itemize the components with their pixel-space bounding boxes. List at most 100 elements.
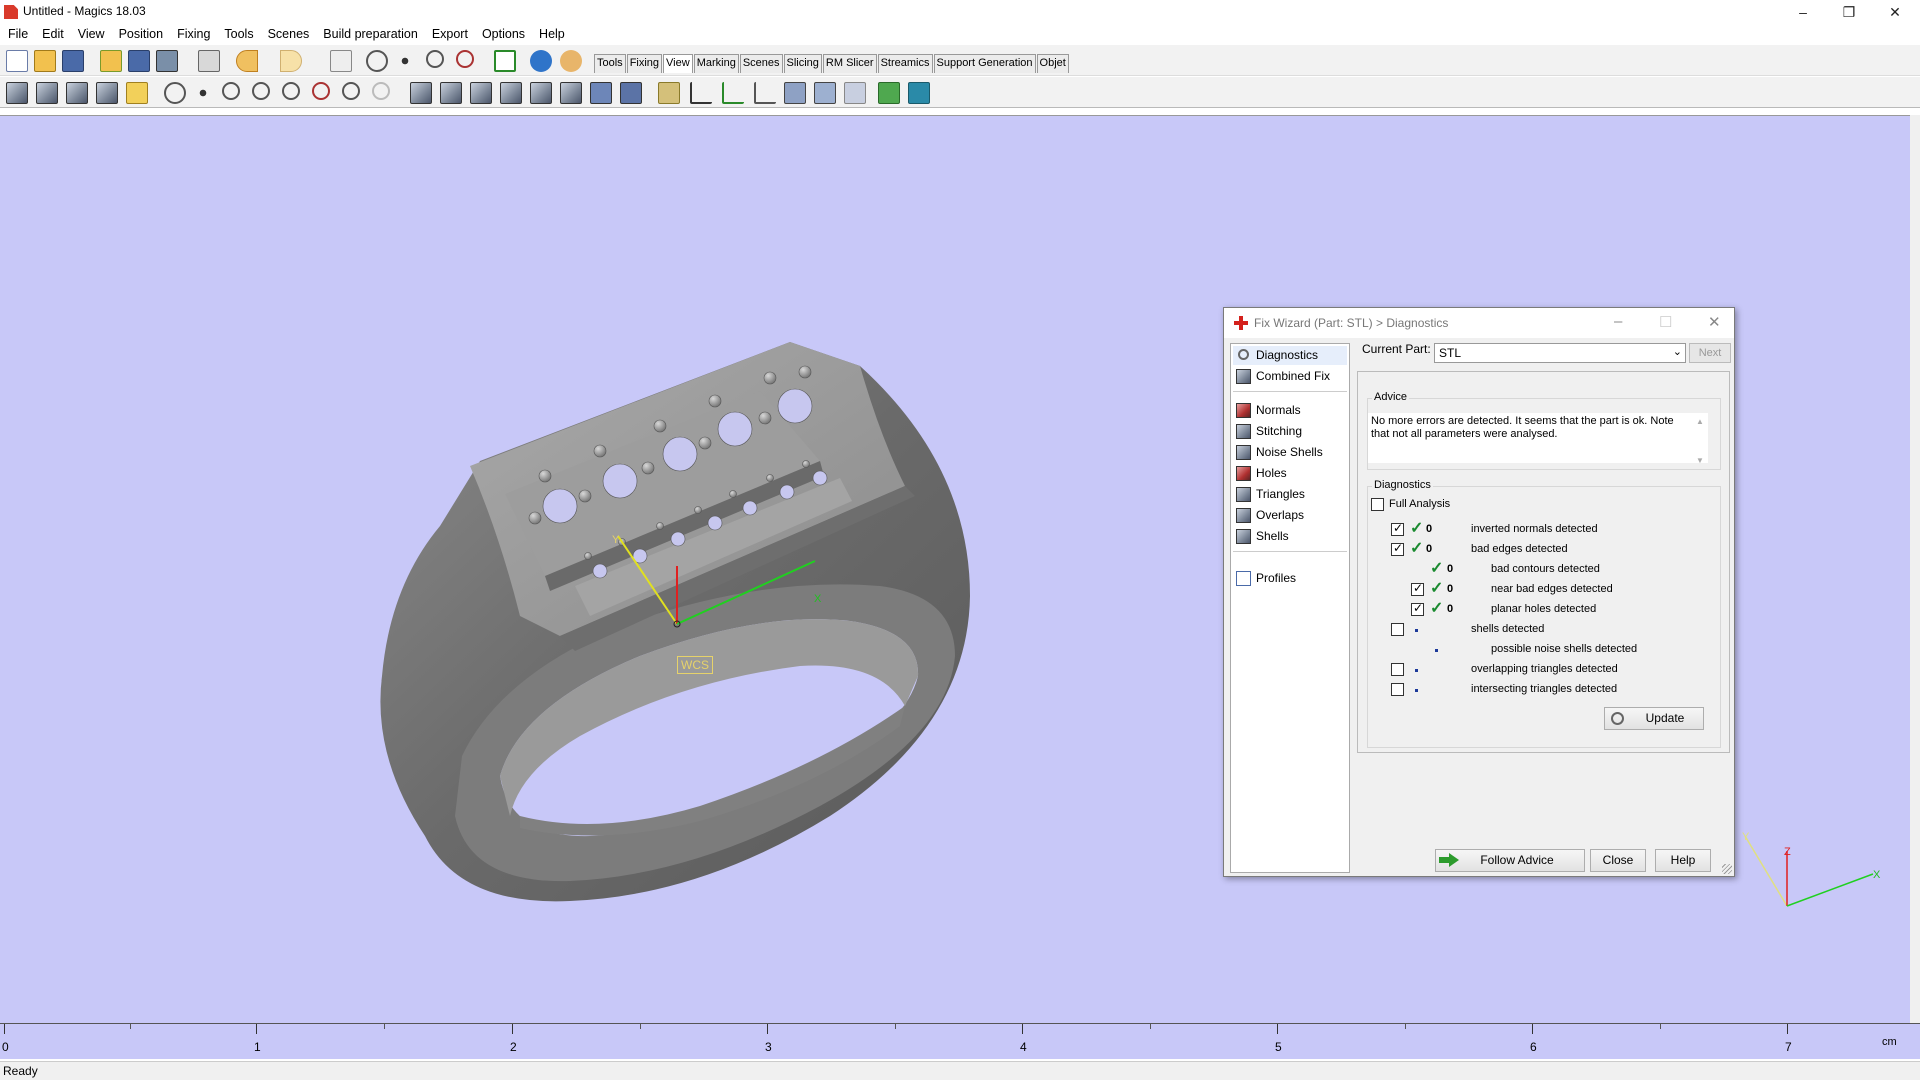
tab-streamics[interactable]: Streamics xyxy=(877,54,933,73)
nav-item-diagnostics[interactable]: Diagnostics xyxy=(1233,346,1347,365)
unload-part-icon[interactable] xyxy=(156,50,178,72)
follow-advice-button[interactable]: Follow Advice xyxy=(1435,849,1585,872)
help-icon[interactable] xyxy=(530,50,552,72)
ruler-icon[interactable] xyxy=(754,82,776,104)
import-part-icon[interactable] xyxy=(100,50,122,72)
dialog-title-bar[interactable]: Fix Wizard (Part: STL) > Diagnostics – ☐… xyxy=(1224,308,1734,338)
close-window-button[interactable]: ✕ xyxy=(1872,0,1918,24)
rotate-view-icon[interactable] xyxy=(366,50,388,72)
view-right-icon[interactable] xyxy=(500,82,522,104)
nav-item-triangles[interactable]: Triangles xyxy=(1233,485,1347,504)
view-front-cube-icon[interactable] xyxy=(6,82,28,104)
current-part-select[interactable]: STL ⌄ xyxy=(1434,343,1686,363)
box-view-icon[interactable] xyxy=(126,82,148,104)
update-button[interactable]: Update xyxy=(1604,707,1704,730)
tab-marking[interactable]: Marking xyxy=(693,54,739,73)
menu-tools[interactable]: Tools xyxy=(216,24,259,41)
restore-button[interactable]: ❐ xyxy=(1826,0,1872,24)
overlapping-triangles-checkbox[interactable] xyxy=(1391,663,1404,676)
tab-tools[interactable]: Tools xyxy=(594,54,626,73)
export-green-icon[interactable] xyxy=(878,82,900,104)
bad-edges-checkbox[interactable] xyxy=(1391,541,1404,556)
dialog-minimize-icon[interactable]: – xyxy=(1614,313,1622,330)
section-icon[interactable] xyxy=(814,82,836,104)
resize-grip[interactable] xyxy=(1722,864,1732,874)
intersecting-triangles-checkbox[interactable] xyxy=(1391,683,1404,696)
rotate-icon[interactable] xyxy=(164,82,186,104)
help-button[interactable]: Help xyxy=(1655,849,1711,872)
tab-support-generation[interactable]: Support Generation xyxy=(933,54,1036,73)
wireframe-cube-icon[interactable] xyxy=(36,82,58,104)
minimize-button[interactable]: – xyxy=(1780,0,1826,24)
view-bottom-icon[interactable] xyxy=(440,82,462,104)
view-back-icon[interactable] xyxy=(560,82,582,104)
zoom-part-icon[interactable] xyxy=(342,82,360,100)
nav-item-shells[interactable]: Shells xyxy=(1233,527,1347,546)
dialog-close-icon[interactable]: ✕ xyxy=(1708,313,1721,331)
nav-item-noise-shells[interactable]: Noise Shells xyxy=(1233,443,1347,462)
screenshot-icon[interactable] xyxy=(908,82,930,104)
menu-edit[interactable]: Edit xyxy=(34,24,70,41)
viewport-side-panel-handle[interactable] xyxy=(1910,115,1920,1023)
nav-item-combined-fix[interactable]: Combined Fix xyxy=(1233,367,1347,386)
inverted-normals-checkbox[interactable] xyxy=(1391,521,1404,536)
nav-item-holes[interactable]: Holes xyxy=(1233,464,1347,483)
menu-fixing[interactable]: Fixing xyxy=(169,24,216,41)
next-button[interactable]: Next xyxy=(1689,343,1731,363)
view-top-icon[interactable] xyxy=(410,82,432,104)
view-iso-icon[interactable] xyxy=(590,82,612,104)
tab-objet[interactable]: Objet xyxy=(1036,54,1069,73)
dialog-maximize-icon[interactable]: ☐ xyxy=(1659,313,1672,331)
menu-build-preparation[interactable]: Build preparation xyxy=(315,24,424,41)
zoom-selection-icon[interactable] xyxy=(372,82,390,100)
advice-scrollbar[interactable]: ▲ ▼ xyxy=(1694,415,1706,465)
print-icon[interactable] xyxy=(198,50,220,72)
nav-item-overlaps[interactable]: Overlaps xyxy=(1233,506,1347,525)
pan-icon[interactable] xyxy=(394,50,416,72)
close-button[interactable]: Close xyxy=(1590,849,1646,872)
view-front-icon[interactable] xyxy=(530,82,552,104)
view-left-icon[interactable] xyxy=(470,82,492,104)
shaded-cube-icon[interactable] xyxy=(66,82,88,104)
zoom-out-icon[interactable] xyxy=(282,82,300,100)
nav-item-profiles[interactable]: Profiles xyxy=(1233,569,1347,588)
zoom-fit-icon[interactable] xyxy=(456,50,474,68)
axis-icon[interactable] xyxy=(690,82,712,104)
zoom-window-icon[interactable] xyxy=(312,82,330,100)
undo-icon[interactable] xyxy=(236,50,258,72)
full-analysis-checkbox[interactable] xyxy=(1371,498,1384,511)
open-folder-icon[interactable] xyxy=(34,50,56,72)
tab-slicing[interactable]: Slicing xyxy=(783,54,822,73)
fix-wizard-icon[interactable] xyxy=(494,50,516,72)
menu-view[interactable]: View xyxy=(70,24,111,41)
menu-position[interactable]: Position xyxy=(111,24,169,41)
redo-icon[interactable] xyxy=(280,50,302,72)
coordinate-system-icon[interactable] xyxy=(722,82,744,104)
tab-fixing[interactable]: Fixing xyxy=(626,54,663,73)
menu-file[interactable]: File xyxy=(0,24,34,41)
zoom-icon-2[interactable] xyxy=(222,82,240,100)
assistant-icon[interactable] xyxy=(560,50,582,72)
tab-rm-slicer[interactable]: RM Slicer xyxy=(822,54,877,73)
shells-checkbox[interactable] xyxy=(1391,623,1404,636)
camera-icon[interactable] xyxy=(784,82,806,104)
save-part-icon[interactable] xyxy=(128,50,150,72)
nav-item-stitching[interactable]: Stitching xyxy=(1233,422,1347,441)
zoom-icon[interactable] xyxy=(426,50,444,68)
select-part-icon[interactable] xyxy=(330,50,352,72)
tab-view[interactable]: View xyxy=(663,54,693,73)
new-file-icon[interactable] xyxy=(6,50,28,72)
zoom-in-icon[interactable] xyxy=(252,82,270,100)
menu-scenes[interactable]: Scenes xyxy=(260,24,316,41)
nav-item-normals[interactable]: Normals xyxy=(1233,401,1347,420)
planar-holes-checkbox[interactable] xyxy=(1411,601,1424,616)
triangles-cube-icon[interactable] xyxy=(96,82,118,104)
light-icon[interactable] xyxy=(658,82,680,104)
move-icon[interactable] xyxy=(192,82,214,104)
save-icon[interactable] xyxy=(62,50,84,72)
clip-icon[interactable] xyxy=(844,82,866,104)
tab-scenes[interactable]: Scenes xyxy=(739,54,783,73)
menu-options[interactable]: Options xyxy=(474,24,531,41)
menu-help[interactable]: Help xyxy=(531,24,571,41)
menu-export[interactable]: Export xyxy=(424,24,474,41)
